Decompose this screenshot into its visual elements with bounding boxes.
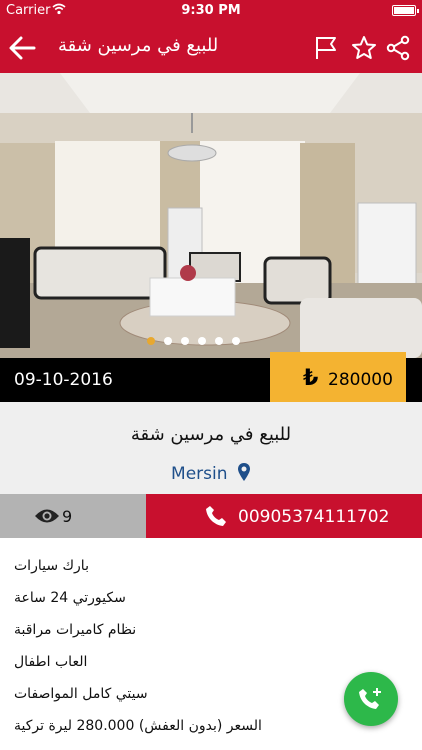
gallery-dot[interactable]	[198, 337, 206, 345]
listing-date: 09-10-2016	[14, 370, 113, 390]
gallery-dot[interactable]	[164, 337, 172, 345]
listing-details: للبيع في مرسين شقة Mersin	[0, 402, 422, 494]
page-title: للبيع في مرسين شقة	[58, 35, 219, 56]
views-counter: 9	[0, 494, 146, 538]
price-badge: ₺ 280000	[270, 352, 406, 408]
call-button[interactable]: 00905374111702	[146, 494, 422, 538]
price-value: 280000	[328, 370, 393, 390]
battery-icon	[392, 5, 419, 16]
views-count: 9	[62, 507, 73, 526]
status-bar: Carrier 9:30 PM	[0, 0, 422, 22]
gallery-dot[interactable]	[181, 337, 189, 345]
gallery-dot[interactable]	[215, 337, 223, 345]
back-arrow-icon[interactable]	[8, 34, 38, 62]
floating-call-button[interactable]	[344, 672, 398, 726]
location-label: Mersin	[171, 464, 228, 484]
gallery-dot[interactable]	[147, 337, 155, 345]
phone-number: 00905374111702	[238, 507, 390, 527]
gallery-pagination	[0, 337, 422, 349]
lira-icon: ₺	[303, 366, 319, 391]
feature-item: سكيورتي 24 ساعة	[14, 590, 126, 606]
share-icon[interactable]	[385, 35, 411, 61]
clock: 9:30 PM	[181, 3, 241, 18]
feature-item: العاب اطفال	[14, 654, 88, 670]
report-flag-icon[interactable]	[313, 35, 339, 61]
location-link[interactable]: Mersin	[0, 462, 422, 484]
feature-item: نظام كاميرات مراقبة	[14, 622, 137, 638]
gallery-dot[interactable]	[232, 337, 240, 345]
feature-item: بارك سيارات	[14, 558, 89, 574]
app-header: للبيع في مرسين شقة	[0, 22, 422, 73]
add-call-icon	[359, 688, 381, 709]
listing-photo[interactable]	[0, 73, 422, 358]
eye-icon	[35, 509, 59, 523]
living-room-image	[0, 73, 422, 358]
favorite-star-icon[interactable]	[351, 35, 377, 61]
listing-title: للبيع في مرسين شقة	[130, 424, 292, 445]
phone-icon	[206, 506, 226, 526]
map-pin-icon	[237, 463, 250, 481]
